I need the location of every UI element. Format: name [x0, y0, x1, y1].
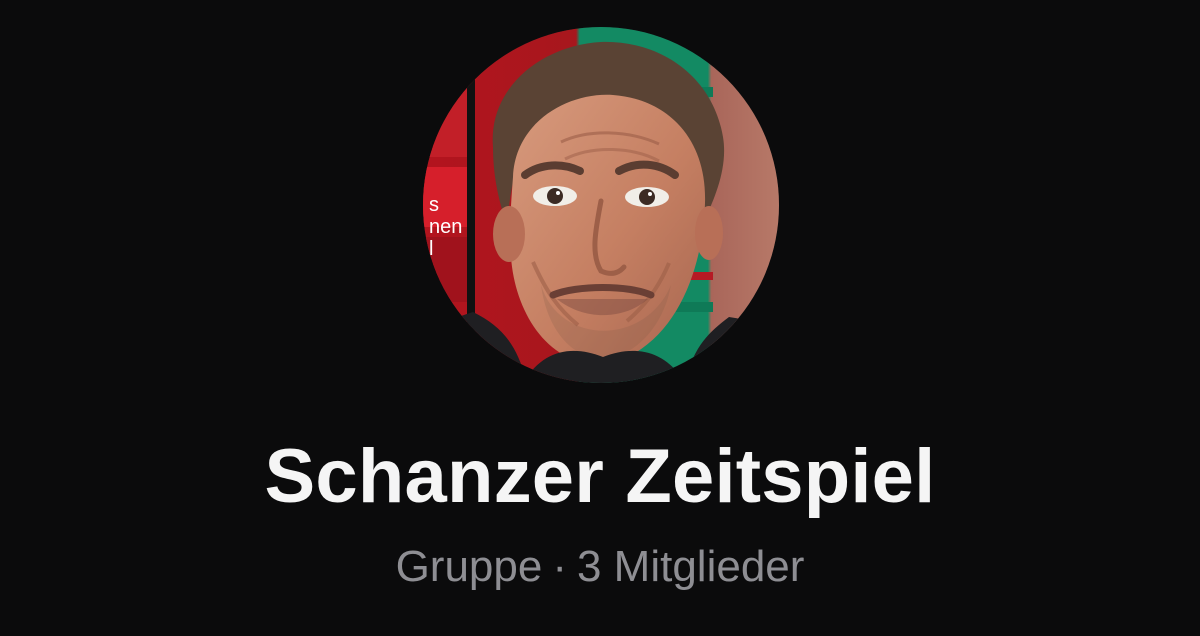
group-avatar[interactable]: s nen l: [423, 27, 779, 383]
group-type: Gruppe: [395, 542, 543, 591]
avatar-overlay-text-3: l: [429, 238, 433, 260]
avatar-overlay-text-2: nen: [429, 216, 462, 238]
avatar-photo: s nen l: [423, 27, 779, 383]
group-name: Schanzer Zeitspiel: [264, 434, 936, 519]
subtitle-separator: ·: [552, 542, 567, 591]
group-member-count: 3 Mitglieder: [576, 542, 805, 591]
group-subtitle: Gruppe · 3 Mitglieder: [0, 540, 1200, 594]
group-profile-header: s nen l Schanzer Zeitspiel Gruppe · 3 Mitg…: [0, 0, 1200, 636]
avatar-overlay-text-1: s: [429, 194, 439, 216]
